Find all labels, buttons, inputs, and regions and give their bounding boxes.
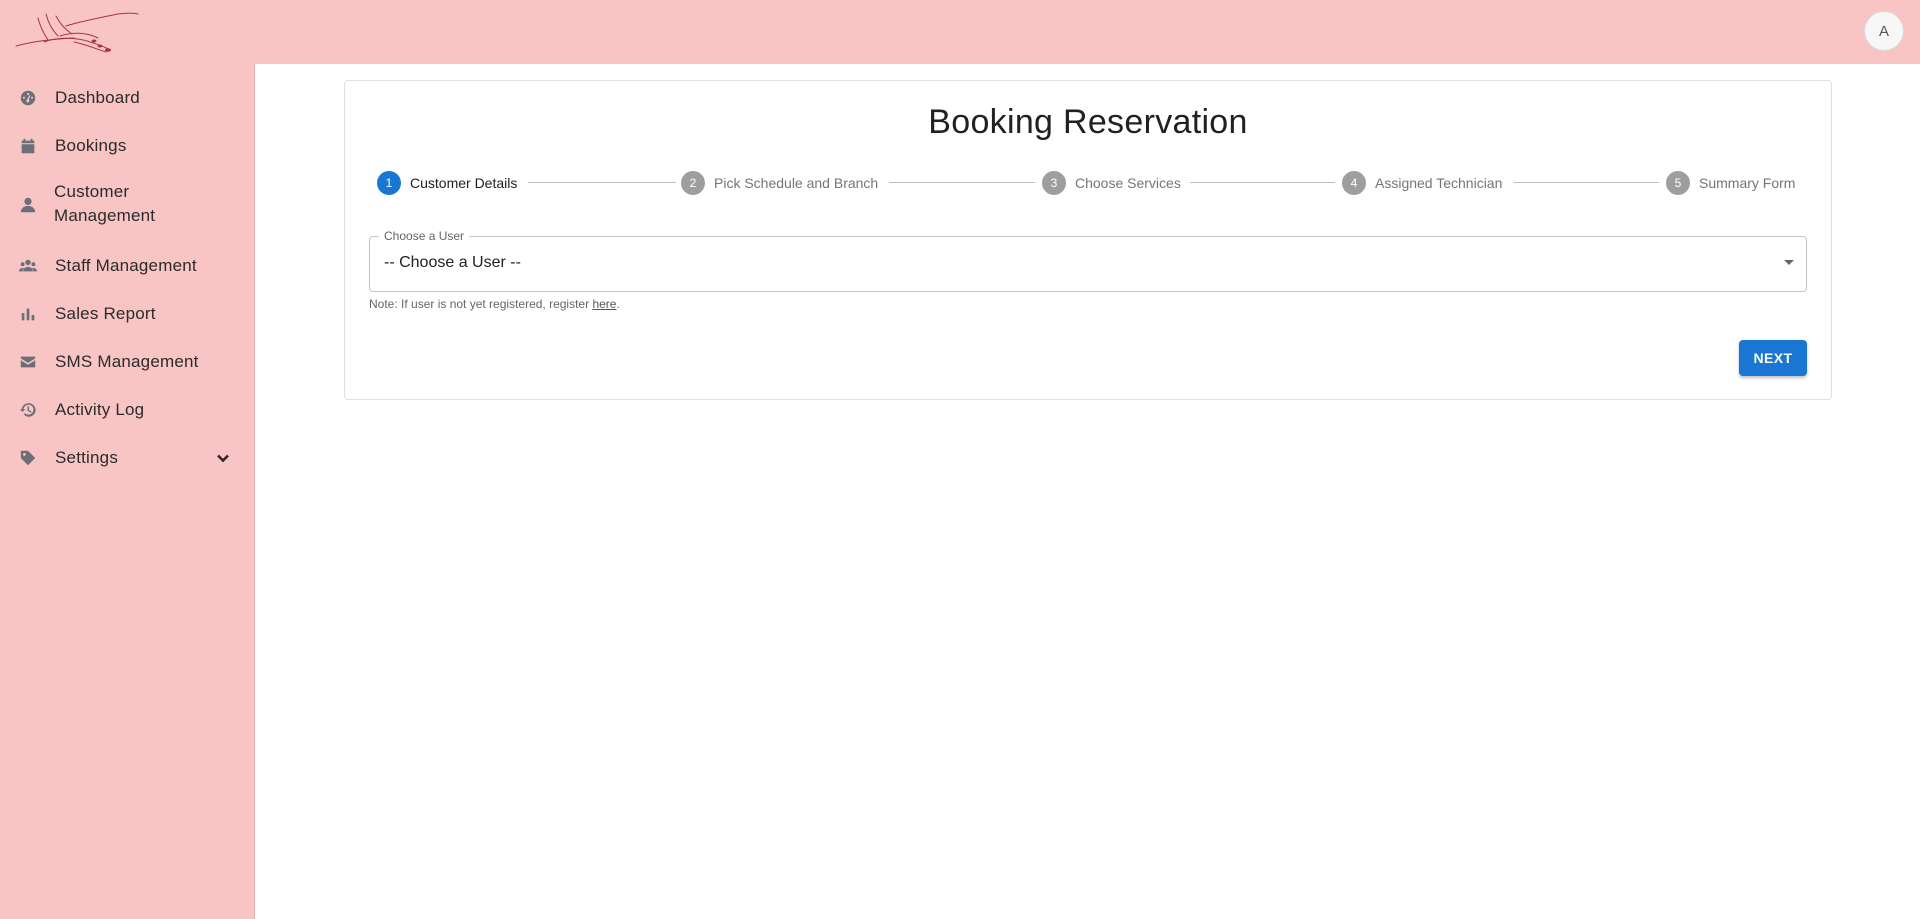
user-icon [18,195,38,215]
sidebar-item-label-line1: Customer [54,182,130,201]
dropdown-arrow-icon [1784,260,1794,265]
tag-icon [18,448,38,468]
sidebar-item-customer-management[interactable]: Customer Management [0,180,255,230]
step-label: Customer Details [410,175,518,191]
next-button[interactable]: NEXT [1739,340,1807,376]
brand-logo[interactable] [14,8,140,56]
choose-user-select[interactable]: Choose a User -- Choose a User -- [369,229,1807,292]
sidebar-item-staff-management[interactable]: Staff Management [0,252,255,280]
top-app-bar: A [0,0,1920,64]
envelope-icon [18,352,38,372]
booking-stepper: 1 Customer Details 2 Pick Schedule and B… [377,171,1803,195]
step-assigned-technician[interactable]: 4 Assigned Technician [1342,171,1502,195]
step-connector [889,182,1035,183]
dashboard-icon [18,88,38,108]
sidebar-item-sms-management[interactable]: SMS Management [0,348,255,376]
sidebar-item-label: Bookings [55,136,127,155]
choose-user-label: Choose a User [379,229,470,243]
step-label: Summary Form [1699,175,1796,191]
history-icon [18,400,38,420]
note-text: Note: If user is not yet registered, reg… [369,297,593,311]
sidebar-item-label: Staff Management [55,256,197,275]
register-here-link[interactable]: here [592,297,616,311]
sidebar-item-label: Activity Log [55,400,145,419]
users-icon [18,256,38,276]
chevron-down-icon[interactable] [214,449,232,467]
step-number: 1 [377,171,401,195]
user-avatar[interactable]: A [1864,11,1904,51]
sidebar-item-activity-log[interactable]: Activity Log [0,396,255,424]
choose-user-value: -- Choose a User -- [384,254,521,271]
avatar-initial: A [1878,22,1889,40]
step-connector [1514,182,1659,183]
step-label: Choose Services [1075,175,1181,191]
booking-card: Booking Reservation 1 Customer Details 2… [344,80,1832,400]
step-label: Assigned Technician [1375,175,1503,191]
step-connector [528,182,676,183]
step-summary-form[interactable]: 5 Summary Form [1666,171,1795,195]
sidebar: Dashboard Bookings Customer Management S… [0,64,255,919]
step-pick-schedule[interactable]: 2 Pick Schedule and Branch [681,171,878,195]
register-note: Note: If user is not yet registered, reg… [369,297,620,311]
sidebar-item-label: Dashboard [55,88,140,107]
sidebar-item-label: Settings [55,448,119,467]
sidebar-item-sales-report[interactable]: Sales Report [0,300,255,328]
step-choose-services[interactable]: 3 Choose Services [1042,171,1181,195]
sidebar-item-settings[interactable]: Settings [0,444,255,472]
step-number: 5 [1666,171,1690,195]
sidebar-item-bookings[interactable]: Bookings [0,132,255,160]
step-label: Pick Schedule and Branch [714,175,879,191]
step-number: 4 [1342,171,1366,195]
calendar-icon [18,136,38,156]
step-connector [1190,182,1335,183]
note-suffix: . [616,297,620,311]
sidebar-item-label: Sales Report [55,304,156,323]
step-customer-details[interactable]: 1 Customer Details [377,171,517,195]
bar-chart-icon [18,304,38,324]
sidebar-item-label-line2: Management [54,206,156,225]
step-number: 3 [1042,171,1066,195]
sidebar-item-label: SMS Management [55,352,199,371]
sidebar-item-dashboard[interactable]: Dashboard [0,84,255,112]
page-title: Booking Reservation [928,103,1248,141]
step-number: 2 [681,171,705,195]
